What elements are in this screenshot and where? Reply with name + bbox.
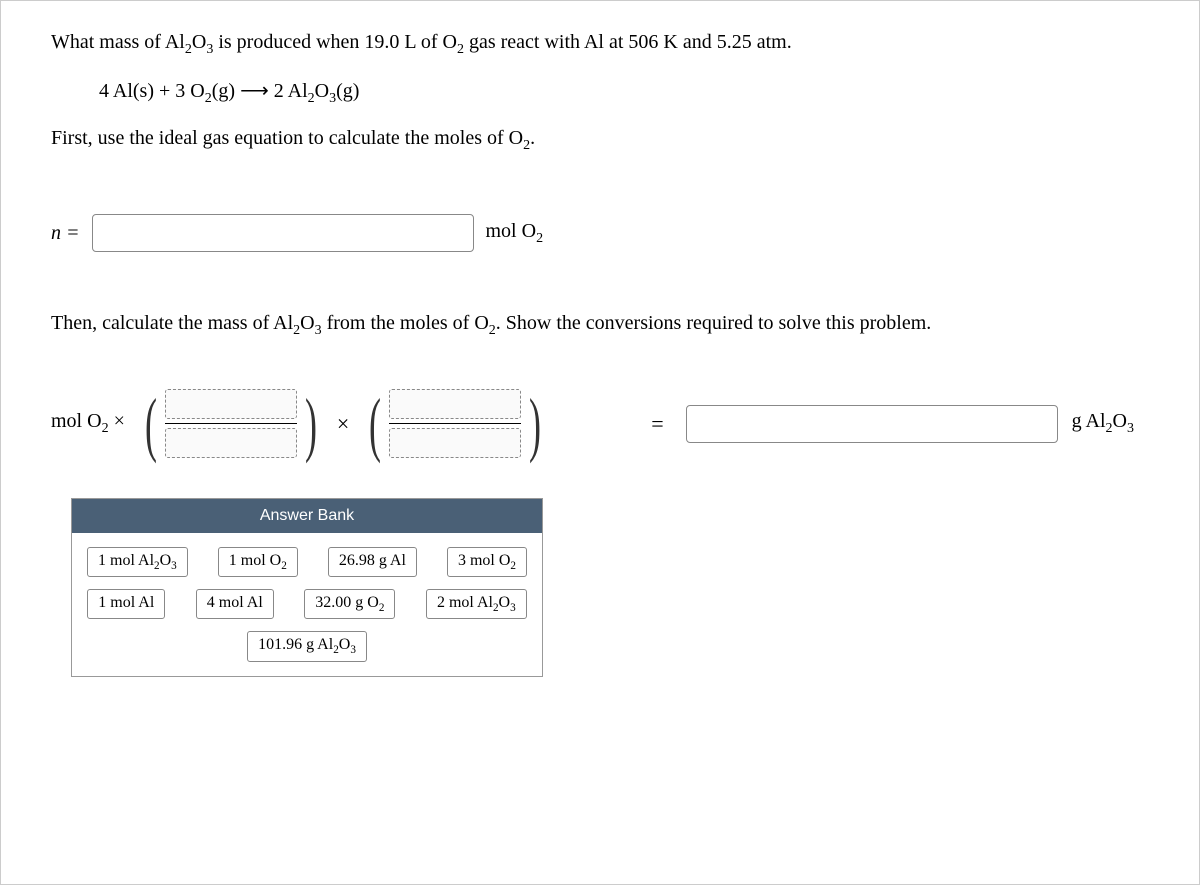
q-text: O [192, 31, 206, 53]
denominator-dropzone-1[interactable] [165, 428, 297, 458]
arrow-icon: ⟶ [240, 80, 269, 102]
answer-tile[interactable]: 1 mol Al2O3 [87, 547, 188, 577]
right-paren-icon: ) [529, 394, 541, 454]
answer-tile[interactable]: 32.00 g O2 [304, 589, 395, 619]
instr-text: . Show the conversions required to solve… [496, 312, 932, 334]
eq-text: (g) [212, 80, 240, 102]
instr-text: from the moles of O [322, 312, 489, 334]
fraction-line [165, 423, 297, 424]
answer-bank-body: 1 mol Al2O3 1 mol O2 26.98 g Al 3 mol O2 1 m… [72, 533, 542, 676]
answer-bank: Answer Bank 1 mol Al2O3 1 mol O2 26.98 g A… [71, 498, 543, 677]
instr-text: O [300, 312, 314, 334]
eq-sub: 2 [308, 91, 315, 106]
eq-text: 2 Al [269, 80, 308, 102]
left-paren-icon: ( [145, 394, 157, 454]
n-label: n [51, 222, 61, 244]
instr-sub: 3 [315, 323, 322, 338]
eq-text: 4 Al(s) + 3 O [99, 80, 205, 102]
fraction-body [165, 389, 297, 458]
result-unit: g Al2O3 [1072, 410, 1134, 437]
answer-bank-header: Answer Bank [72, 499, 542, 533]
equals-symbol: = [651, 411, 663, 437]
lead-times: × [109, 410, 125, 432]
fraction-line [389, 423, 521, 424]
instr-sub: 2 [489, 323, 496, 338]
unit-sub: 3 [1127, 421, 1134, 436]
unit-text: mol O [486, 220, 537, 242]
unit-sub: 2 [1106, 421, 1113, 436]
conversion-row: mol O2 × ( ) × ( ) = g Al2O3 [51, 389, 1149, 458]
reaction-equation: 4 Al(s) + 3 O2(g) ⟶ 2 Al2O3(g) [99, 78, 1149, 107]
answer-tile[interactable]: 4 mol Al [196, 589, 274, 619]
fraction-2: ( ) [363, 389, 547, 458]
numerator-dropzone-1[interactable] [165, 389, 297, 419]
answer-tile[interactable]: 1 mol O2 [218, 547, 298, 577]
equals-sign: = [61, 222, 80, 244]
conversion-lead: mol O2 × [51, 410, 125, 437]
unit-text: g Al [1072, 410, 1106, 432]
moles-input[interactable] [92, 214, 474, 252]
instr-text: Then, calculate the mass of Al [51, 312, 293, 334]
eq-text: O [315, 80, 329, 102]
answer-tile[interactable]: 101.96 g Al2O3 [247, 631, 367, 661]
n-variable: n = [51, 222, 80, 245]
times-symbol: × [337, 411, 349, 437]
q-text: gas react with Al at 506 K and 5.25 atm. [464, 31, 792, 53]
answer-tile[interactable]: 3 mol O2 [447, 547, 527, 577]
question-page: What mass of Al2O3 is produced when 19.0… [0, 0, 1200, 885]
lead-sub: 2 [102, 421, 109, 436]
unit-text: O [1113, 410, 1127, 432]
instruction-first: First, use the ideal gas equation to cal… [51, 127, 1149, 154]
moles-input-row: n = mol O2 [51, 214, 1149, 252]
right-paren-icon: ) [305, 394, 317, 454]
numerator-dropzone-2[interactable] [389, 389, 521, 419]
fraction-body [389, 389, 521, 458]
fraction-1: ( ) [139, 389, 323, 458]
instr-text: . [530, 127, 535, 149]
unit-sub: 2 [536, 231, 543, 246]
q-sub: 2 [185, 42, 192, 57]
eq-text: (g) [336, 80, 359, 102]
q-text: What mass of Al [51, 31, 185, 53]
answer-tile[interactable]: 26.98 g Al [328, 547, 417, 577]
mass-input[interactable] [686, 405, 1058, 443]
instruction-then: Then, calculate the mass of Al 2 O3 from t… [51, 312, 1149, 339]
answer-tile[interactable]: 1 mol Al [87, 589, 165, 619]
question-text: What mass of Al2O3 is produced when 19.0… [51, 31, 1149, 58]
lead-text: mol O [51, 410, 102, 432]
answer-tile[interactable]: 2 mol Al2O3 [426, 589, 527, 619]
q-text: is produced when 19.0 L of O [213, 31, 457, 53]
q-sub: 2 [457, 42, 464, 57]
denominator-dropzone-2[interactable] [389, 428, 521, 458]
eq-sub: 2 [205, 91, 212, 106]
instr-text: First, use the ideal gas equation to cal… [51, 127, 523, 149]
left-paren-icon: ( [369, 394, 381, 454]
moles-unit: mol O2 [486, 220, 544, 247]
